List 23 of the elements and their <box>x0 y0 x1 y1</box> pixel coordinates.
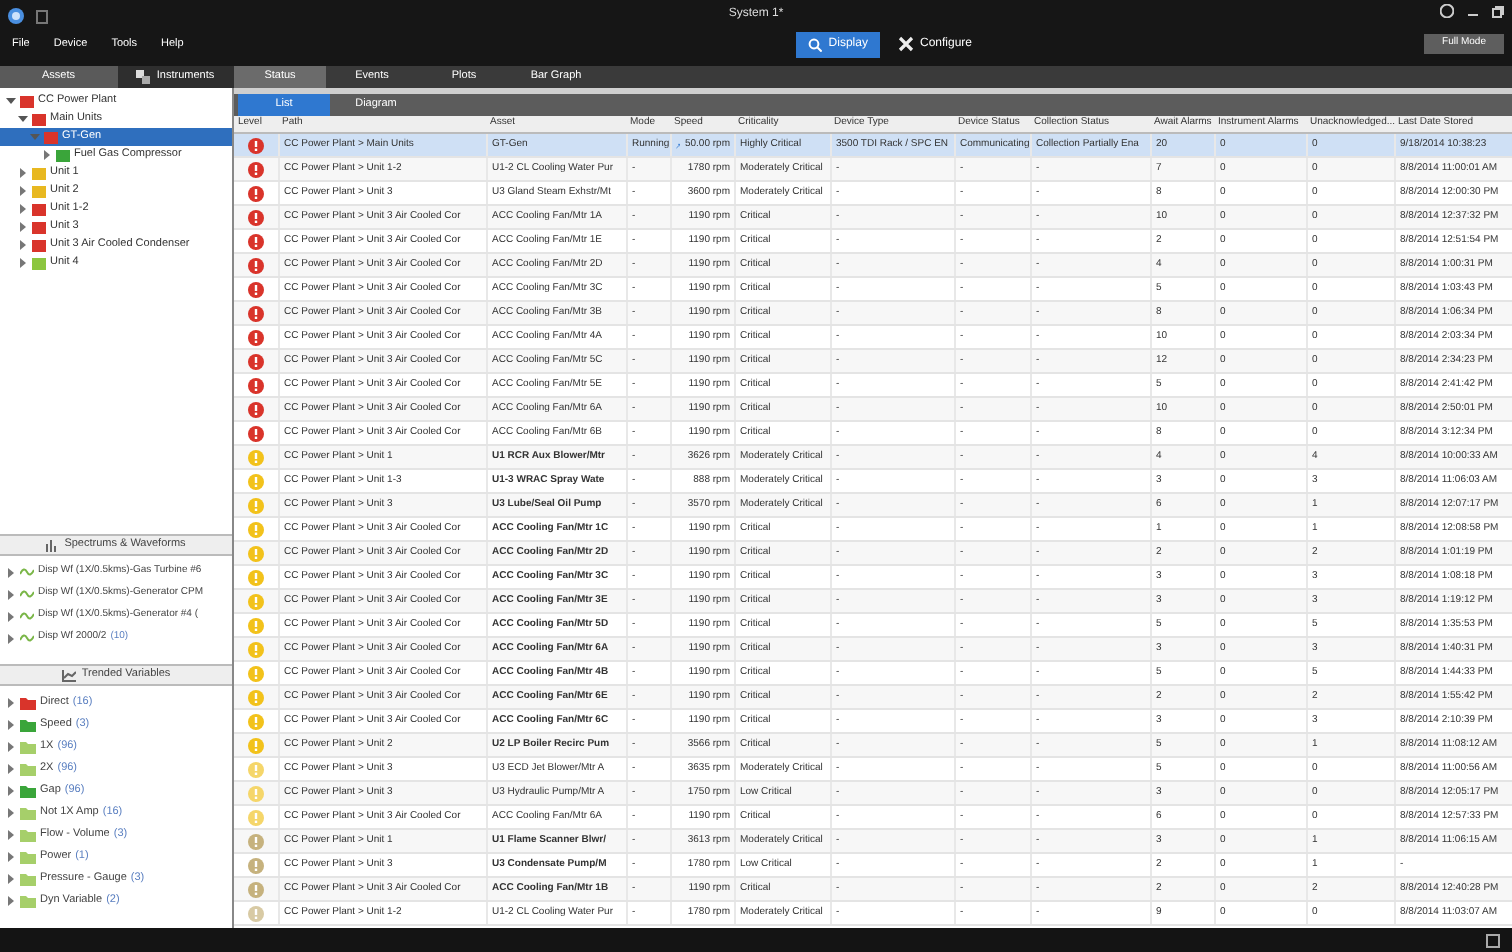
caret-icon[interactable] <box>6 830 16 840</box>
caret-icon[interactable] <box>6 852 16 862</box>
restore-icon[interactable] <box>1492 5 1504 17</box>
caret-icon[interactable] <box>6 611 16 621</box>
caret-icon[interactable] <box>6 742 16 752</box>
caret-icon[interactable] <box>6 567 16 577</box>
caret-icon[interactable] <box>6 764 16 774</box>
app-logo-icon <box>8 8 24 24</box>
caret-icon[interactable] <box>6 786 16 796</box>
search-icon <box>808 37 823 51</box>
caret-icon[interactable] <box>6 720 16 730</box>
caret-icon[interactable] <box>6 874 16 884</box>
caret-icon[interactable] <box>6 808 16 818</box>
help-icon[interactable] <box>1440 4 1454 18</box>
trend-arrow-icon <box>676 139 681 151</box>
tools-icon <box>897 36 914 52</box>
caret-icon[interactable] <box>6 896 16 906</box>
caret-icon[interactable] <box>6 698 16 708</box>
instrument-icon <box>136 70 151 84</box>
caret-icon[interactable] <box>6 633 16 643</box>
trend-icon <box>61 669 76 681</box>
caret-icon[interactable] <box>6 589 16 599</box>
spectrum-icon <box>46 539 59 551</box>
